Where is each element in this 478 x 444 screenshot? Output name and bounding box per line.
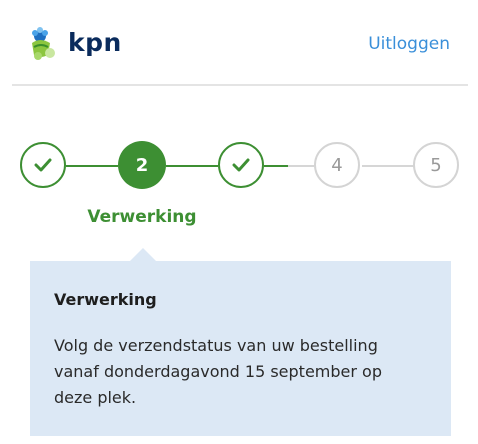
step-4[interactable]: 4 — [314, 142, 360, 188]
logo-text: kpn — [68, 28, 122, 57]
step-3[interactable] — [218, 142, 264, 188]
step-info-panel: Verwerking Volg de verzendstatus van uw … — [30, 261, 451, 436]
kpn-crown-icon — [32, 27, 55, 60]
header: kpn Uitloggen — [0, 0, 478, 86]
step-connector — [166, 165, 218, 167]
logout-link[interactable]: Uitloggen — [368, 34, 450, 54]
panel-text: Volg de verzendstatus van uw bestelling … — [54, 336, 382, 407]
step-connector — [66, 165, 118, 167]
kpn-logo[interactable]: kpn — [28, 25, 122, 65]
header-divider — [12, 84, 468, 86]
step-connector — [288, 165, 314, 167]
step-2[interactable]: 2 — [118, 141, 166, 189]
step-connector — [362, 165, 414, 167]
check-icon — [232, 158, 250, 172]
active-step-label: Verwerking — [87, 207, 197, 227]
step-1[interactable] — [20, 142, 66, 188]
check-icon — [34, 158, 52, 172]
panel-title: Verwerking — [54, 290, 157, 309]
panel-pointer — [130, 248, 156, 261]
progress-stepper: 2 4 5 — [0, 140, 478, 192]
step-5[interactable]: 5 — [413, 142, 459, 188]
step-connector — [264, 165, 288, 167]
